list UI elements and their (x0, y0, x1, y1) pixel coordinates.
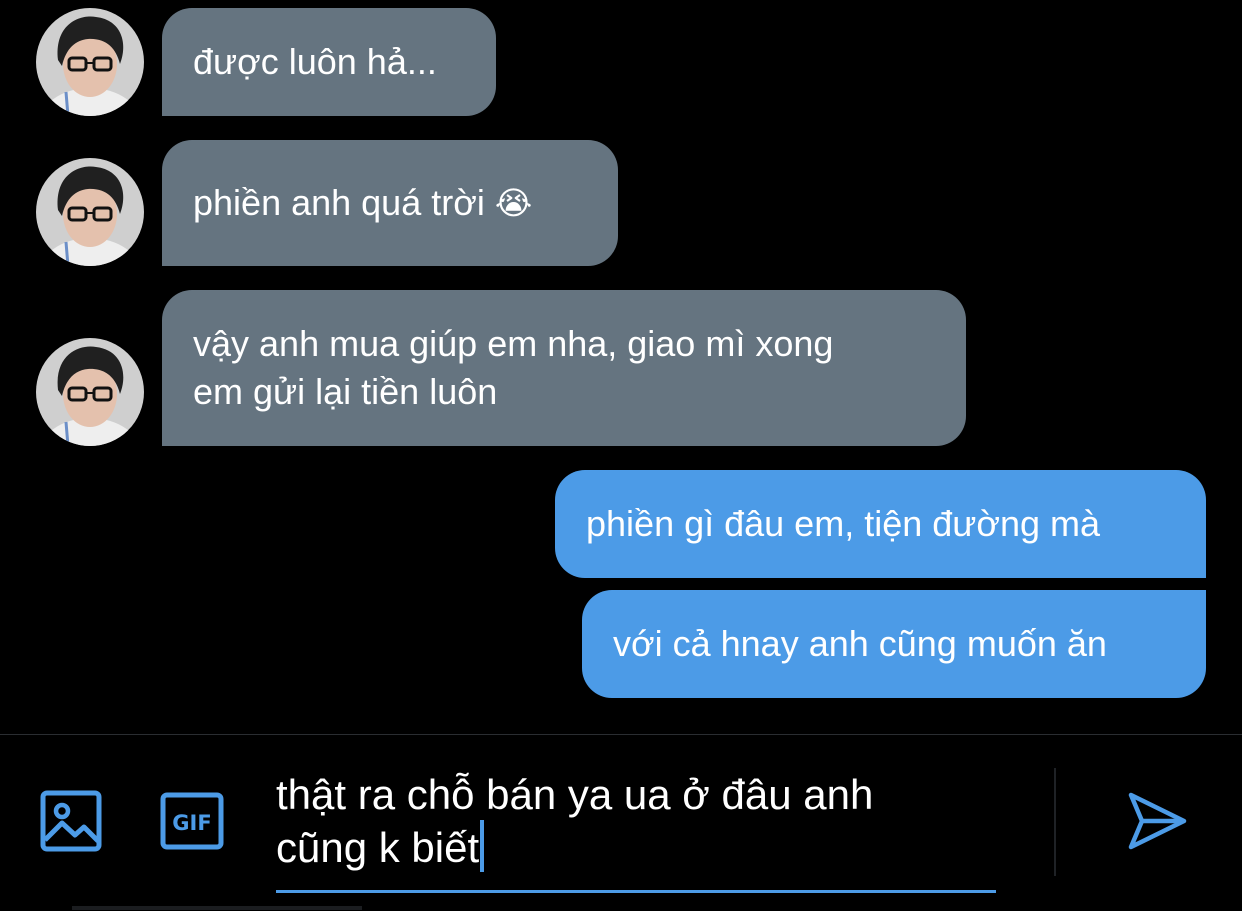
message-input[interactable]: thật ra chỗ bán ya ua ở đâu anh cũng k b… (276, 770, 996, 873)
crying-face-emoji: 😭 (494, 184, 533, 222)
image-icon[interactable] (40, 790, 102, 857)
text-caret (480, 820, 485, 872)
message-input-value: thật ra chỗ bán ya ua ở đâu anh cũng k b… (276, 771, 874, 871)
input-underline (276, 890, 996, 893)
send-icon[interactable] (1126, 790, 1188, 857)
message-text: phiền anh quá trời (193, 182, 485, 223)
sender-avatar[interactable] (36, 338, 144, 446)
message-bubble-outgoing[interactable]: với cả hnay anh cũng muốn ăn (582, 590, 1206, 698)
gif-icon[interactable]: GIF (160, 792, 224, 855)
sender-avatar[interactable] (36, 8, 144, 116)
message-bubble-incoming[interactable]: phiền anh quá trời 😭 (162, 140, 618, 266)
composer-divider (1054, 768, 1056, 876)
message-text: vậy anh mua giúp em nha, giao mì xong em… (193, 323, 834, 412)
bottom-edge-line (72, 906, 362, 910)
message-text: được luôn hả... (193, 41, 437, 82)
sender-avatar[interactable] (36, 158, 144, 266)
message-bubble-incoming[interactable]: vậy anh mua giúp em nha, giao mì xong em… (162, 290, 966, 446)
message-bubble-incoming[interactable]: được luôn hả... (162, 8, 496, 116)
gif-label: GIF (172, 811, 211, 835)
message-text: phiền gì đâu em, tiện đường mà (586, 503, 1101, 544)
message-bubble-outgoing[interactable]: phiền gì đâu em, tiện đường mà (555, 470, 1206, 578)
message-text: với cả hnay anh cũng muốn ăn (613, 623, 1107, 664)
